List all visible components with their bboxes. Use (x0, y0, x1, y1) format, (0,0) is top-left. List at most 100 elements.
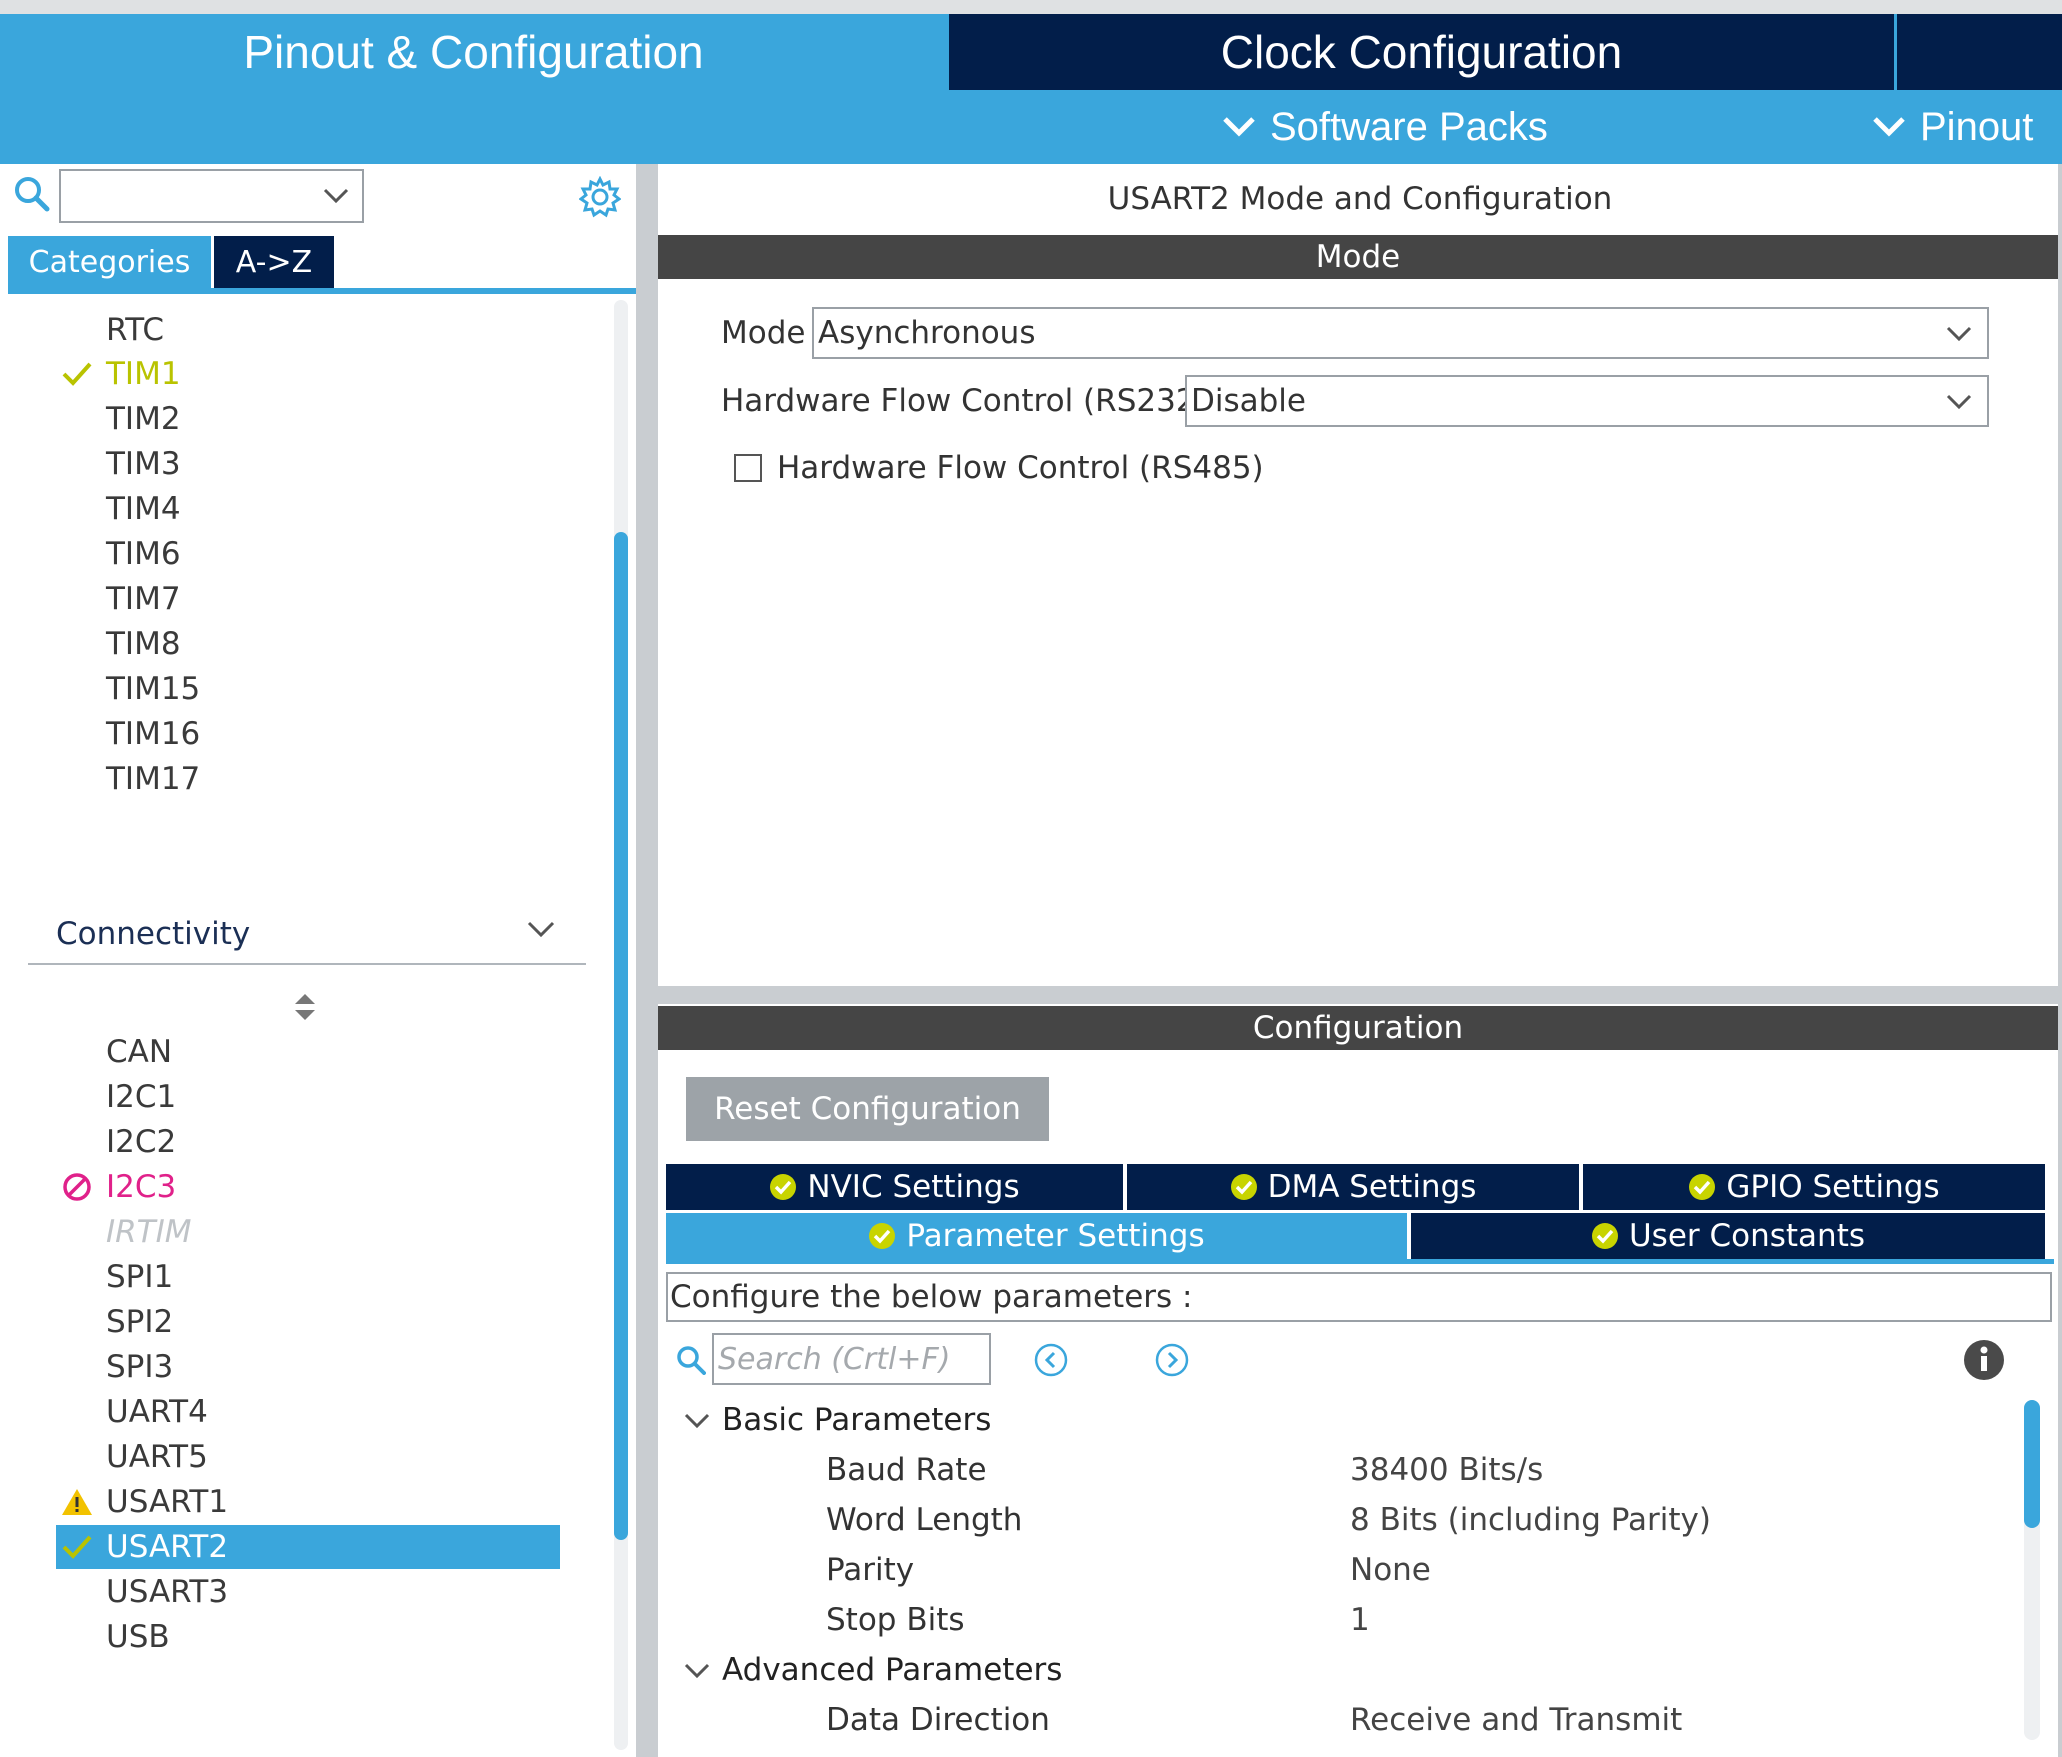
tab-categories[interactable]: Categories (8, 236, 211, 288)
mode-panel (658, 164, 2062, 986)
peripheral-item-usart1[interactable]: USART1 (106, 1480, 228, 1524)
tab-label: NVIC Settings (807, 1169, 1020, 1205)
peripheral-item-tim3[interactable]: TIM3 (106, 442, 181, 486)
tree-group-label: Advanced Parameters (722, 1652, 1063, 1688)
peripheral-item-uart5[interactable]: UART5 (106, 1435, 208, 1479)
peripheral-item-usart3[interactable]: USART3 (106, 1570, 228, 1614)
panel-splitter[interactable] (636, 164, 658, 1757)
tab-label: GPIO Settings (1726, 1169, 1940, 1205)
peripheral-item-tim17[interactable]: TIM17 (106, 757, 200, 801)
peripheral-item-tim4[interactable]: TIM4 (106, 487, 181, 531)
peripheral-item-spi3[interactable]: SPI3 (106, 1345, 173, 1389)
chevron-down-icon (1873, 117, 1905, 137)
hfc-rs485-label: Hardware Flow Control (RS485) (777, 450, 1264, 486)
mode-section-header: Mode (658, 235, 2058, 279)
peripheral-item-tim8[interactable]: TIM8 (106, 622, 181, 666)
param-name-word-length: Word Length (826, 1502, 1023, 1538)
tab-label: Parameter Settings (906, 1218, 1205, 1254)
peripheral-item-usart2[interactable]: USART2 (106, 1525, 228, 1569)
tab-underline (666, 1259, 2054, 1264)
tab-gpio-settings[interactable]: GPIO Settings (1583, 1164, 2045, 1210)
tree-group-advanced-parameters[interactable]: Advanced Parameters (684, 1647, 1063, 1693)
category-connectivity[interactable]: Connectivity (56, 912, 250, 956)
peripheral-item-rtc[interactable]: RTC (106, 308, 164, 352)
peripheral-item-can[interactable]: CAN (106, 1030, 172, 1074)
param-value-word-length[interactable]: 8 Bits (including Parity) (1350, 1497, 1711, 1543)
panel-splitter-horizontal[interactable] (658, 986, 2062, 1004)
param-name-stop-bits: Stop Bits (826, 1602, 965, 1638)
tab-project-manager[interactable] (1897, 14, 2062, 90)
param-name-data-direction: Data Direction (826, 1702, 1050, 1738)
search-icon (15, 177, 50, 212)
check-circle-icon (1689, 1174, 1716, 1200)
peripheral-item-i2c2[interactable]: I2C2 (106, 1120, 176, 1164)
tab-parameter-settings[interactable]: Parameter Settings (666, 1213, 1407, 1259)
peripheral-item-tim1[interactable]: TIM1 (106, 352, 181, 396)
chevron-down-icon (323, 188, 349, 204)
peripheral-item-irtim[interactable]: IRTIM (106, 1210, 192, 1254)
pinout-menu[interactable]: Pinout (1872, 102, 2033, 152)
software-packs-menu[interactable]: Software Packs (1222, 102, 1548, 152)
peripheral-item-tim6[interactable]: TIM6 (106, 532, 181, 576)
param-value-stop-bits[interactable]: 1 (1350, 1597, 1370, 1643)
tab-a-to-z[interactable]: A->Z (214, 236, 334, 288)
check-icon (60, 352, 94, 396)
panel-title: USART2 Mode and Configuration (1107, 181, 1613, 217)
next-result-icon[interactable] (1155, 1343, 1189, 1377)
hfc-rs232-label: Hardware Flow Control (RS232) (721, 383, 1208, 419)
parameter-scrollbar-thumb[interactable] (2024, 1400, 2040, 1528)
top-header: Pinout & Configuration Clock Configurati… (0, 14, 2062, 164)
right-edge (2058, 164, 2062, 1757)
search-icon (677, 1346, 706, 1375)
hfc-rs232-select[interactable]: Disable (1185, 375, 1989, 427)
tab-clock-configuration[interactable]: Clock Configuration (949, 14, 1894, 90)
peripheral-item-spi1[interactable]: SPI1 (106, 1255, 173, 1299)
peripheral-search-combo[interactable] (59, 169, 364, 223)
check-icon (60, 1525, 94, 1569)
peripheral-item-i2c3[interactable]: I2C3 (106, 1165, 176, 1209)
previous-result-icon[interactable] (1034, 1343, 1068, 1377)
chevron-down-icon (1946, 394, 1972, 410)
param-name-baud-rate: Baud Rate (826, 1452, 987, 1488)
chevron-down-icon[interactable] (526, 920, 556, 940)
param-name-parity: Parity (826, 1552, 915, 1588)
info-icon[interactable] (1963, 1339, 2005, 1381)
peripheral-item-i2c1[interactable]: I2C1 (106, 1075, 176, 1119)
configure-description: Configure the below parameters : (666, 1272, 2052, 1322)
reset-configuration-button[interactable]: Reset Configuration (686, 1077, 1049, 1141)
blocked-icon (60, 1165, 94, 1209)
peripheral-item-tim2[interactable]: TIM2 (106, 397, 181, 441)
tree-group-basic-parameters[interactable]: Basic Parameters (684, 1397, 992, 1443)
tree-group-label: Basic Parameters (722, 1402, 992, 1438)
tab-nvic-settings[interactable]: NVIC Settings (666, 1164, 1123, 1210)
mode-select-value: Asynchronous (818, 315, 1036, 351)
check-circle-icon (1230, 1174, 1257, 1200)
peripheral-item-spi2[interactable]: SPI2 (106, 1300, 173, 1344)
tab-user-constants[interactable]: User Constants (1411, 1213, 2045, 1259)
left-scrollbar-thumb[interactable] (614, 532, 628, 1540)
gear-icon[interactable] (579, 176, 621, 218)
peripheral-tree-panel (0, 164, 636, 1757)
param-value-parity[interactable]: None (1350, 1547, 1431, 1593)
peripheral-item-tim16[interactable]: TIM16 (106, 712, 200, 756)
tab-pinout-configuration[interactable]: Pinout & Configuration (0, 14, 947, 90)
hfc-rs232-select-value: Disable (1191, 383, 1306, 419)
sort-icon[interactable] (293, 992, 317, 1022)
tab-dma-settings[interactable]: DMA Settings (1127, 1164, 1579, 1210)
mode-select[interactable]: Asynchronous (812, 307, 1989, 359)
tab-underline (8, 288, 636, 294)
pinout-menu-label: Pinout (1920, 104, 2034, 149)
tab-label: DMA Settings (1267, 1169, 1477, 1205)
param-value-data-direction[interactable]: Receive and Transmit (1350, 1697, 1682, 1743)
check-circle-icon (1591, 1223, 1618, 1249)
peripheral-item-tim15[interactable]: TIM15 (106, 667, 200, 711)
chevron-down-icon (684, 1663, 710, 1679)
software-packs-label: Software Packs (1270, 104, 1548, 149)
peripheral-item-uart4[interactable]: UART4 (106, 1390, 208, 1434)
parameter-search-input[interactable] (712, 1333, 991, 1385)
peripheral-item-usb[interactable]: USB (106, 1615, 170, 1659)
configuration-section-header: Configuration (658, 1006, 2058, 1050)
hfc-rs485-checkbox[interactable] (734, 454, 762, 482)
param-value-baud-rate[interactable]: 38400 Bits/s (1350, 1447, 1543, 1493)
peripheral-item-tim7[interactable]: TIM7 (106, 577, 181, 621)
